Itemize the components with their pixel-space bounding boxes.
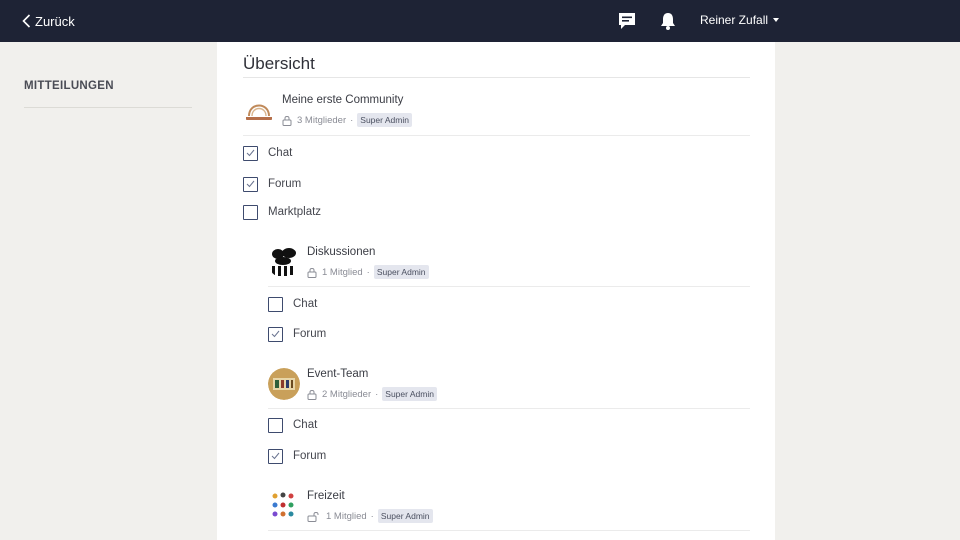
back-button[interactable]: Zurück	[22, 12, 75, 30]
main-panel: Übersicht Meine erste Community 3 Mitgli…	[217, 42, 775, 540]
unlock-icon	[307, 511, 319, 522]
top-bar: Zurück Reiner Zufall	[0, 0, 960, 42]
option-forum[interactable]: Forum	[268, 448, 326, 464]
divider	[243, 77, 750, 78]
lock-icon	[307, 267, 317, 278]
divider	[268, 530, 750, 531]
option-label: Chat	[268, 147, 293, 159]
option-label: Forum	[268, 178, 302, 190]
community-avatar	[268, 246, 300, 278]
option-label: Chat	[293, 298, 318, 310]
community-avatar	[268, 490, 300, 522]
chevron-left-icon	[22, 14, 31, 28]
checkmark-icon	[271, 452, 280, 460]
page-background	[775, 42, 960, 540]
community-event-team: Event-Team 2 Mitglieder · Super Admin	[268, 368, 750, 402]
caret-down-icon	[773, 18, 780, 22]
community-diskussionen: Diskussionen 1 Mitglied · Super Admin	[268, 246, 750, 280]
option-forum[interactable]: Forum	[243, 176, 301, 192]
community-meine-erste: Meine erste Community 3 Mitglieder · Sup…	[243, 94, 750, 128]
checkbox[interactable]	[268, 448, 283, 464]
chat-icon[interactable]	[617, 11, 637, 31]
community-name[interactable]: Freizeit	[307, 490, 345, 502]
member-count: 3 Mitglieder	[297, 114, 347, 126]
option-chat[interactable]: Chat	[243, 145, 292, 161]
option-label: Forum	[293, 450, 327, 462]
role-badge: Super Admin	[377, 509, 433, 523]
option-label: Forum	[293, 328, 327, 340]
community-meta: 1 Mitglied · Super Admin	[307, 265, 429, 279]
divider	[243, 135, 750, 136]
member-count: 1 Mitglied	[322, 266, 363, 278]
lock-icon	[282, 115, 292, 126]
option-marktplatz[interactable]: Marktplatz	[243, 204, 321, 220]
community-meta: 1 Mitglied · Super Admin	[307, 509, 433, 523]
divider	[24, 107, 192, 108]
option-label: Chat	[293, 419, 318, 431]
separator-dot: ·	[350, 114, 354, 126]
community-meta: 2 Mitglieder · Super Admin	[307, 387, 437, 401]
checkmark-icon	[246, 149, 255, 157]
back-label: Zurück	[35, 13, 75, 29]
community-avatar	[268, 368, 300, 400]
user-menu[interactable]: Reiner Zufall	[700, 13, 780, 27]
community-name[interactable]: Diskussionen	[307, 246, 375, 258]
checkbox[interactable]	[243, 204, 258, 220]
community-name[interactable]: Event-Team	[307, 368, 368, 380]
option-chat[interactable]: Chat	[268, 417, 317, 433]
divider	[268, 408, 750, 409]
option-chat[interactable]: Chat	[268, 296, 317, 312]
sidebar: MITTEILUNGEN	[0, 42, 217, 540]
sidebar-title: MITTEILUNGEN	[24, 80, 114, 92]
separator-dot: ·	[375, 388, 379, 400]
checkbox[interactable]	[243, 145, 258, 161]
role-badge: Super Admin	[382, 387, 437, 401]
checkmark-icon	[271, 330, 280, 338]
divider	[268, 286, 750, 287]
checkbox[interactable]	[268, 326, 283, 342]
lock-icon	[307, 389, 317, 400]
bell-icon[interactable]	[658, 11, 678, 31]
option-label: Marktplatz	[268, 206, 322, 218]
community-freizeit: Freizeit 1 Mitglied · Super Admin	[268, 490, 750, 524]
community-name[interactable]: Meine erste Community	[282, 94, 403, 106]
checkbox[interactable]	[243, 176, 258, 192]
community-meta: 3 Mitglieder · Super Admin	[282, 113, 412, 127]
option-forum[interactable]: Forum	[268, 326, 326, 342]
page-title: Übersicht	[243, 54, 315, 73]
role-badge: Super Admin	[373, 265, 429, 279]
separator-dot: ·	[370, 510, 374, 522]
role-badge: Super Admin	[357, 113, 412, 127]
checkbox[interactable]	[268, 296, 283, 312]
checkmark-icon	[246, 180, 255, 188]
checkbox[interactable]	[268, 417, 283, 433]
member-count: 1 Mitglied	[326, 510, 367, 522]
user-name: Reiner Zufall	[700, 13, 769, 27]
separator-dot: ·	[366, 266, 370, 278]
member-count: 2 Mitglieder	[322, 388, 372, 400]
community-avatar	[243, 94, 275, 126]
